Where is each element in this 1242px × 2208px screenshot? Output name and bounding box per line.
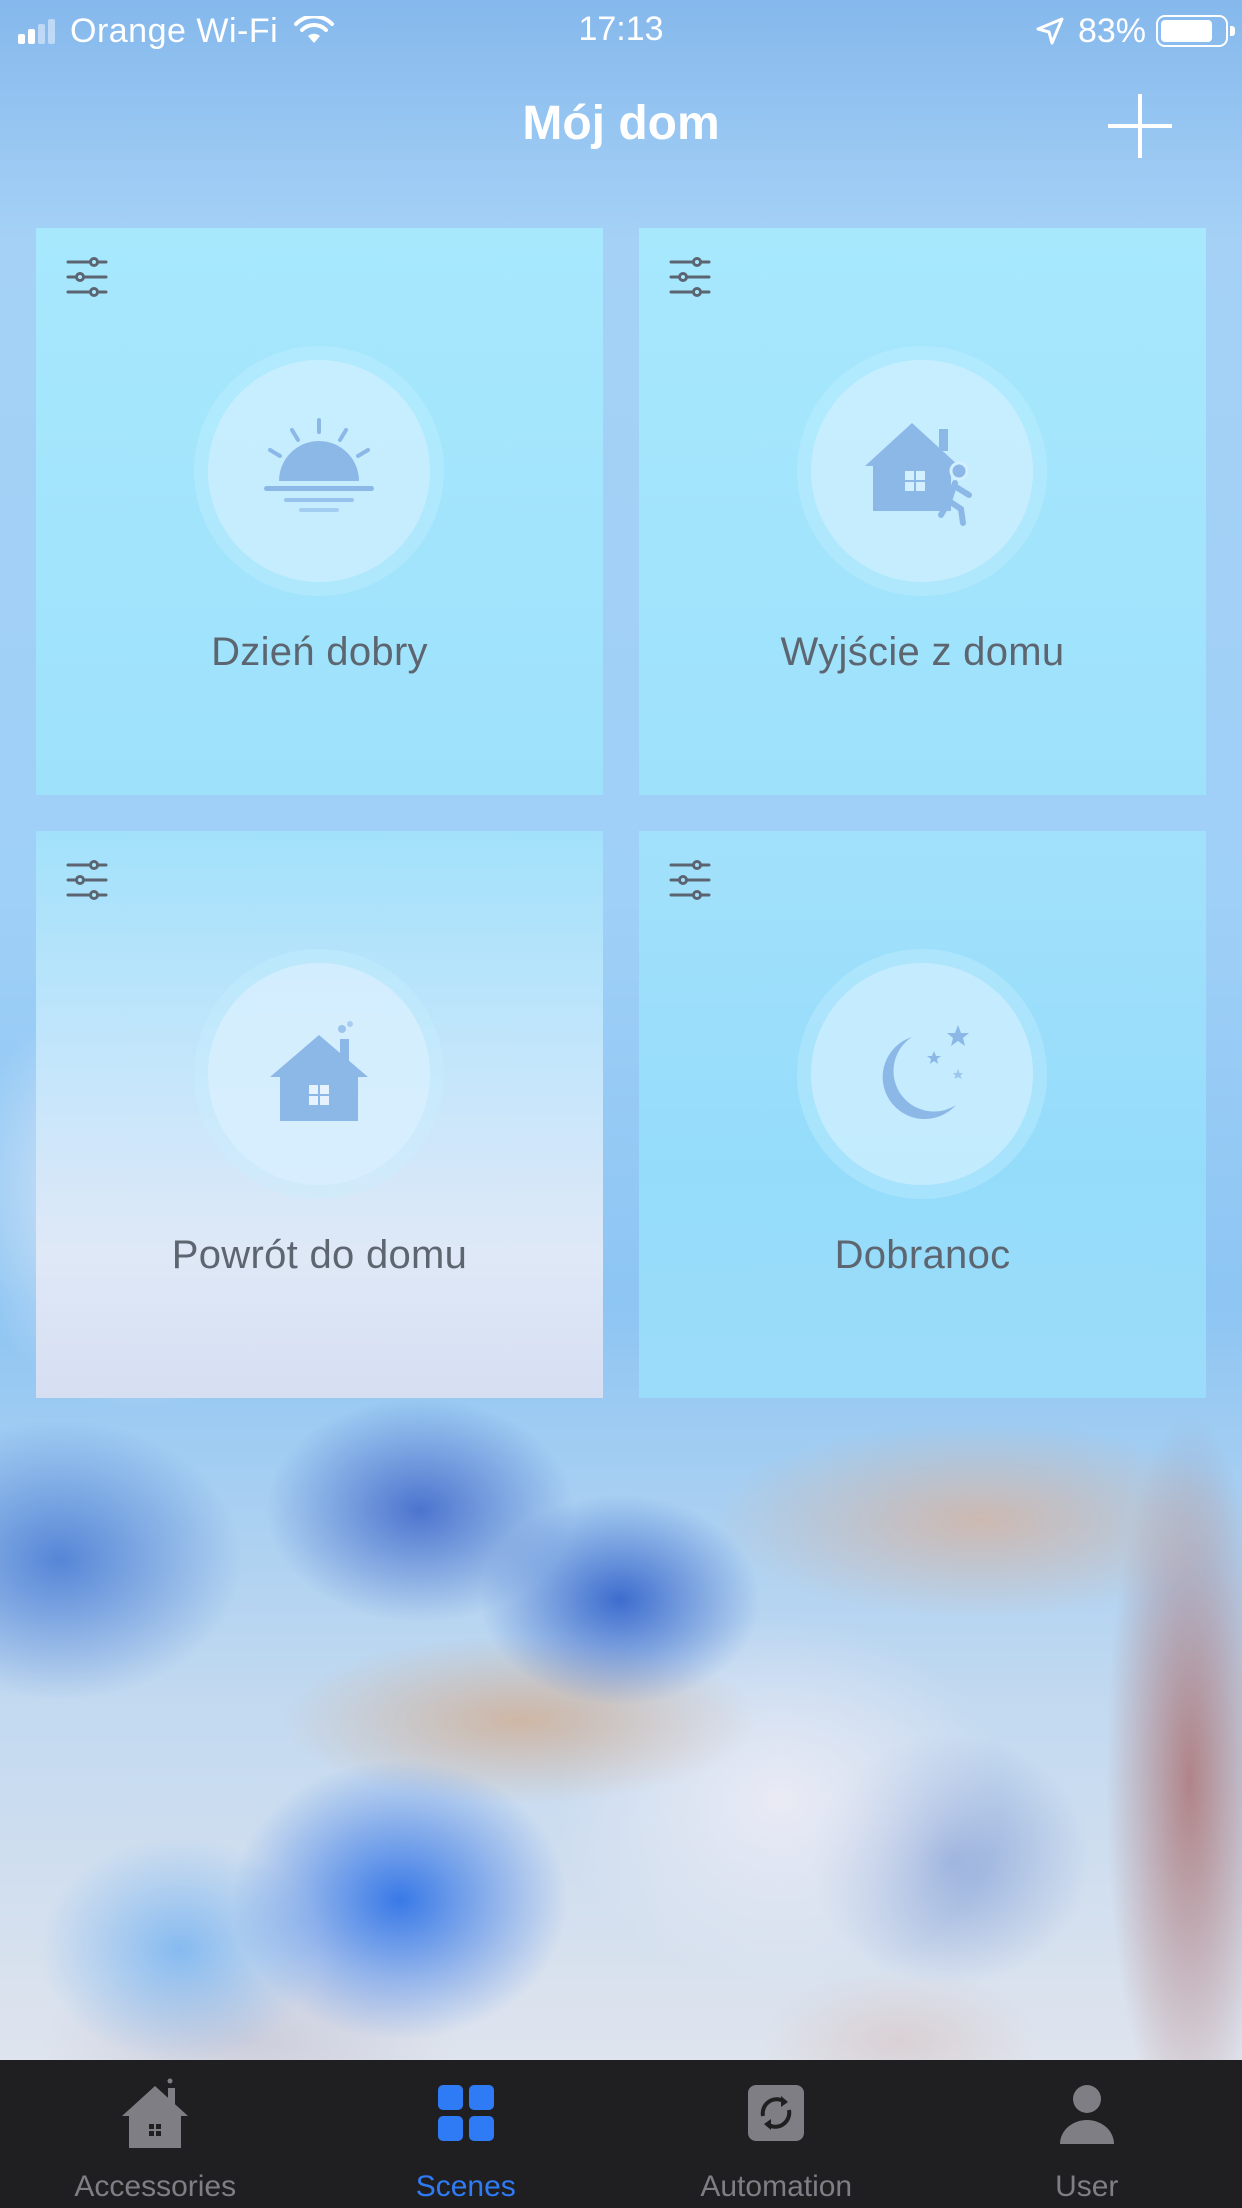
scene-card-powrot-do-domu[interactable]: Powrót do domu [36, 831, 603, 1398]
sunrise-icon [264, 418, 374, 512]
scene-label: Wyjście z domu [780, 630, 1065, 674]
user-icon [1059, 2085, 1114, 2144]
house-icon [122, 2078, 189, 2148]
location-arrow-icon [1036, 17, 1064, 45]
tab-label: Accessories [74, 2170, 237, 2203]
scene-icon-circle [208, 963, 430, 1185]
battery-percent: 83% [1077, 11, 1146, 50]
scene-card-wyjscie-z-domu[interactable]: Wyjście z domu [639, 228, 1206, 795]
scene-icon-circle [208, 360, 430, 582]
sliders-icon[interactable] [669, 256, 711, 298]
scene-icon-circle [811, 963, 1033, 1185]
sliders-icon[interactable] [669, 859, 711, 901]
scene-label: Dzień dobry [211, 630, 428, 674]
leave-home-icon [865, 423, 972, 526]
scene-icon-ring [797, 346, 1047, 596]
tab-bar: Accessories Scenes Automation User [0, 2060, 1242, 2208]
scene-label: Powrót do domu [171, 1233, 468, 1277]
tab-scenes[interactable]: Scenes [311, 2060, 622, 2208]
scene-icon-ring [194, 949, 444, 1199]
scene-card-dzien-dobry[interactable]: Dzień dobry [36, 228, 603, 795]
battery-icon [1156, 15, 1235, 47]
sliders-icon[interactable] [66, 859, 108, 901]
scene-icon-circle [811, 360, 1033, 582]
tab-label: User [1055, 2170, 1119, 2203]
scene-icon-ring [797, 949, 1047, 1199]
page-title: Mój dom [522, 97, 720, 150]
tab-automation[interactable]: Automation [621, 2060, 932, 2208]
scene-icon-ring [194, 346, 444, 596]
tab-user[interactable]: User [932, 2060, 1242, 2208]
scene-label: Dobranoc [834, 1233, 1011, 1277]
moon-stars-icon [882, 1025, 969, 1120]
grid-icon [437, 2085, 494, 2141]
tab-accessories[interactable]: Accessories [0, 2060, 311, 2208]
sliders-icon[interactable] [66, 256, 108, 298]
automation-icon [748, 2085, 805, 2141]
tab-label: Automation [700, 2170, 853, 2203]
home-icon [270, 1021, 368, 1121]
plus-icon[interactable] [1108, 94, 1172, 158]
status-right: 83% [1036, 10, 1235, 52]
status-bar: Orange Wi-Fi 17:13 83% [0, 0, 1242, 62]
scene-card-dobranoc[interactable]: Dobranoc [639, 831, 1206, 1398]
battery-fill [1161, 20, 1213, 42]
tab-label: Scenes [415, 2170, 516, 2203]
